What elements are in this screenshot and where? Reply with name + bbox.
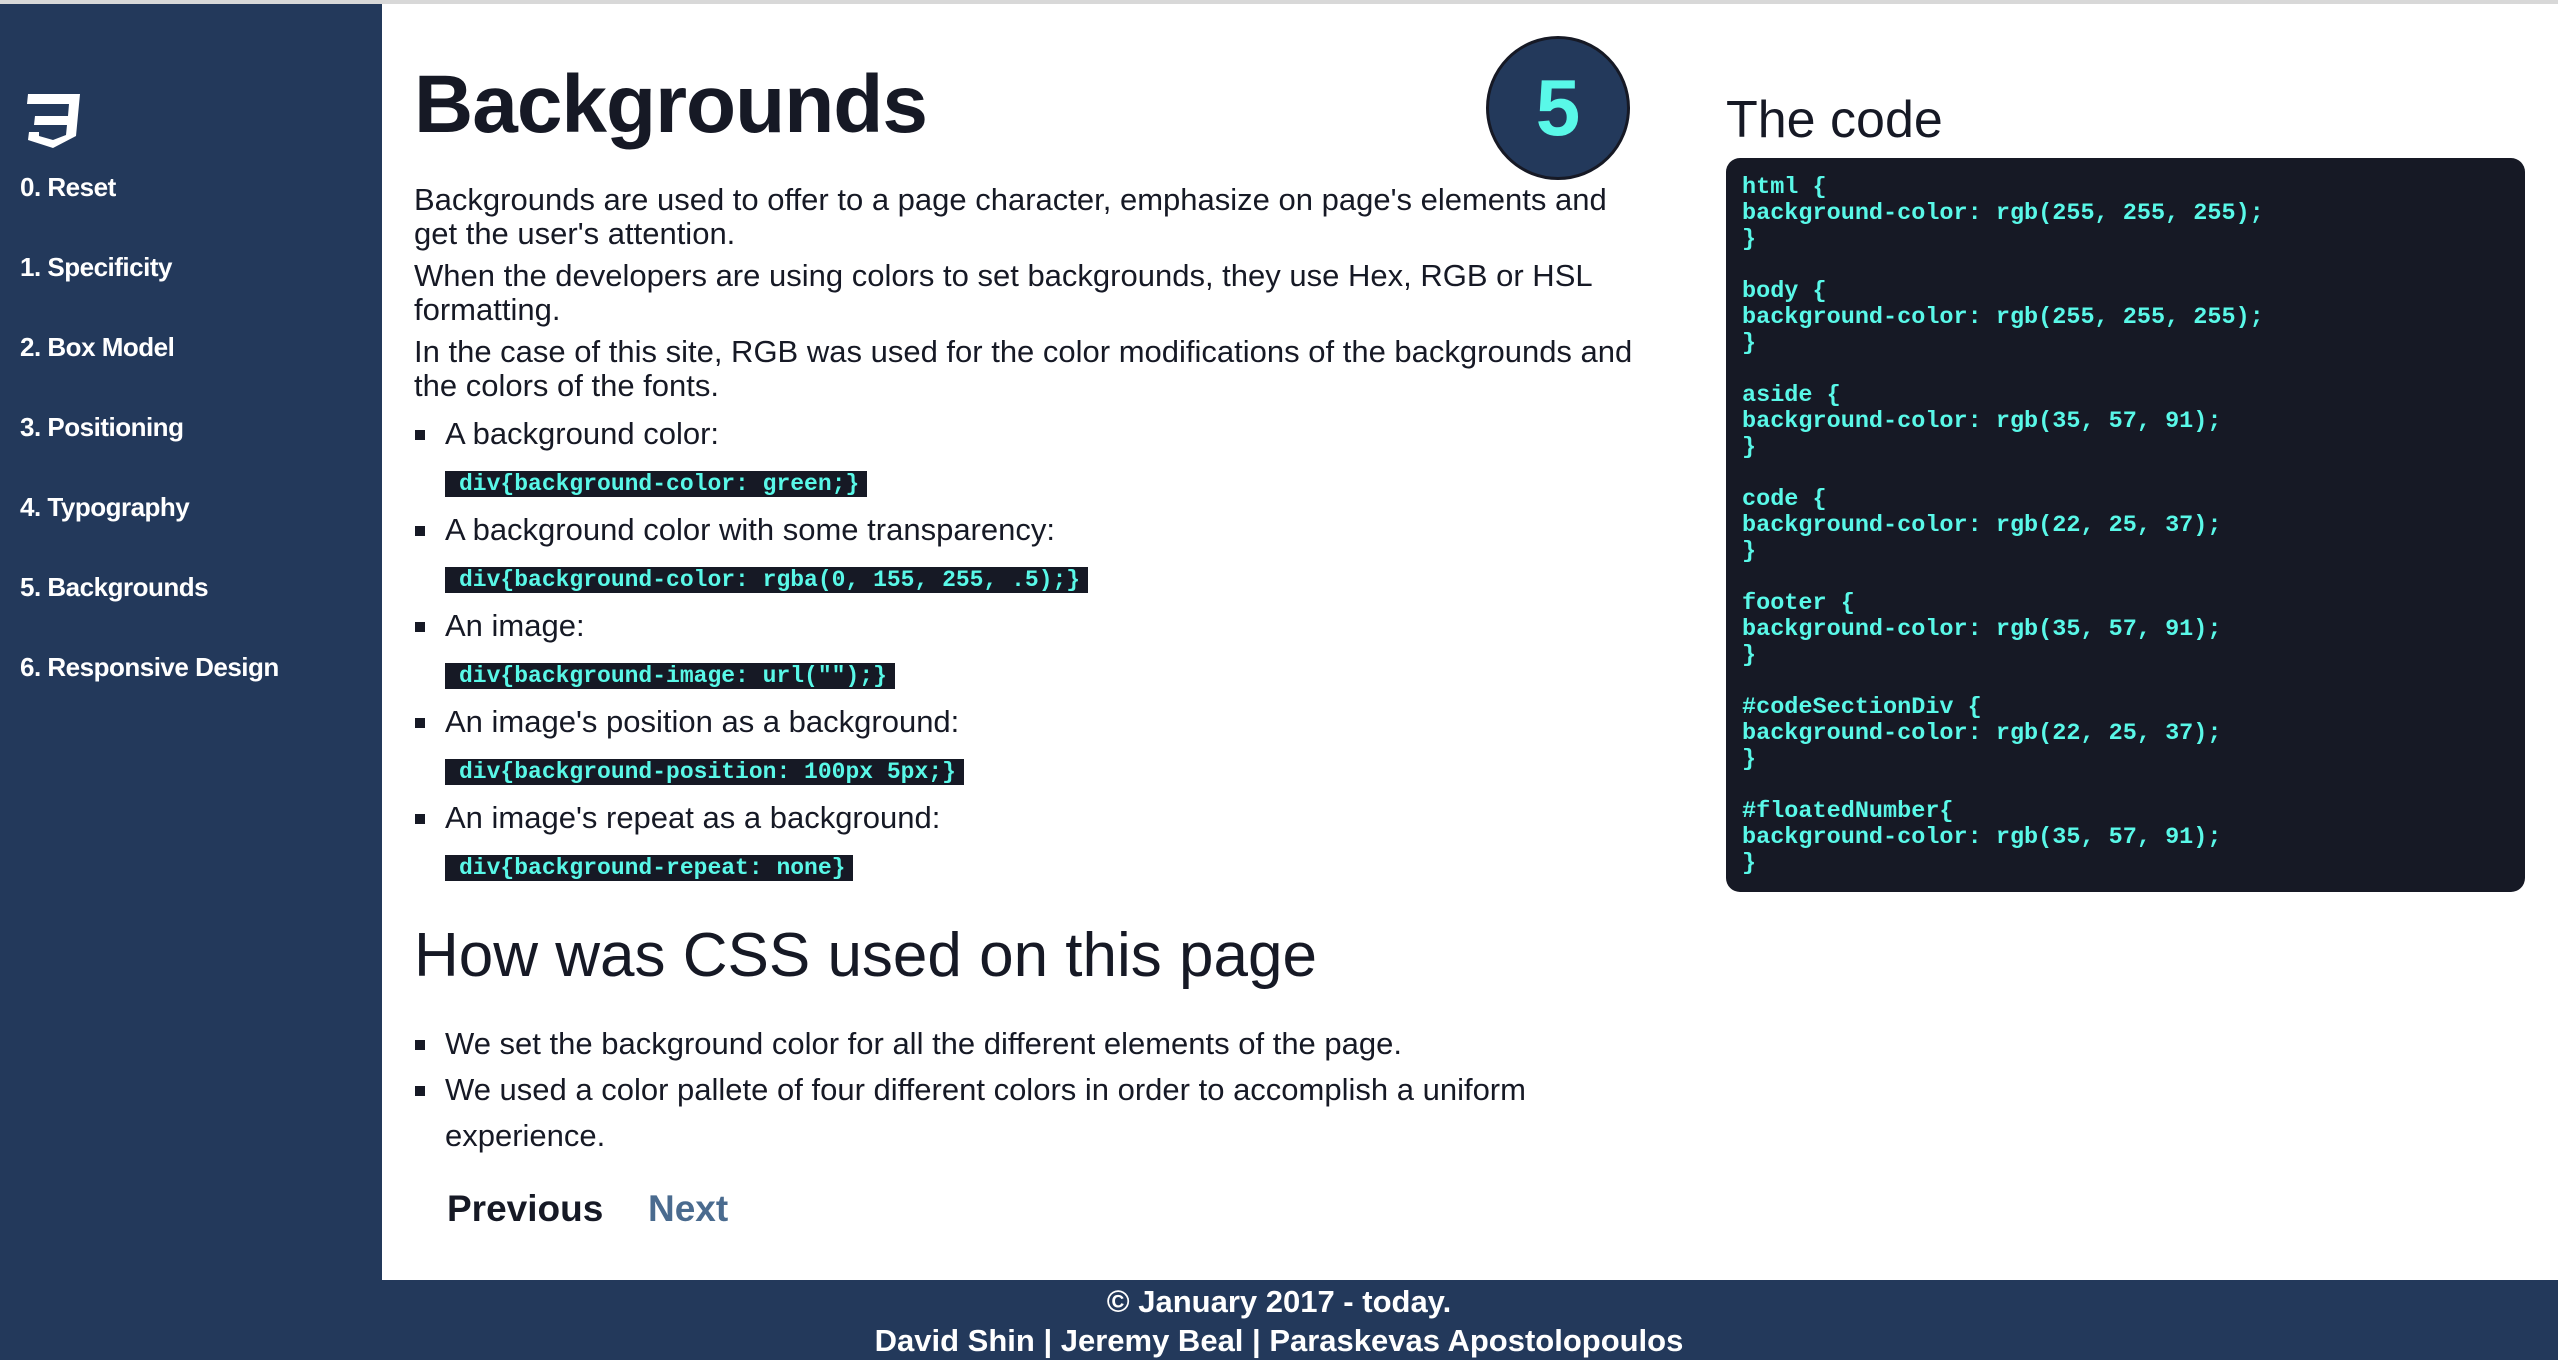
code-rule: background-color: rgb(35, 57, 91); [1742, 616, 2222, 643]
example-label: An image's position as a background: [445, 704, 960, 739]
example-label: An image's repeat as a background: [445, 800, 941, 835]
example-label: A background color with some transparenc… [445, 512, 1055, 547]
code-close: } [1742, 746, 1757, 773]
sidebar-item-backgrounds[interactable]: 5. Backgrounds [20, 572, 209, 603]
bullet [415, 430, 425, 440]
bullet [415, 718, 425, 728]
code-block: html {background-color: rgb(255, 255, 25… [1742, 175, 2509, 253]
code-selector: body { [1742, 278, 1827, 305]
authors: David Shin | Jeremy Beal | Paraskevas Ap… [874, 1323, 1684, 1358]
usage-item: We set the background color for all the … [445, 1026, 1402, 1061]
example-code: div{background-image: url("");} [445, 663, 895, 689]
sidebar: 0. Reset 1. Specificity 2. Box Model 3. … [0, 4, 382, 1280]
example-code: div{background-position: 100px 5px;} [445, 759, 964, 785]
example-label: An image: [445, 608, 585, 643]
code-rule: background-color: rgb(35, 57, 91); [1742, 824, 2222, 851]
footer: © January 2017 - today. David Shin | Jer… [0, 1280, 2558, 1360]
code-close: } [1742, 330, 1757, 357]
previous-link[interactable]: Previous [447, 1188, 603, 1230]
section-subtitle: How was CSS used on this page [414, 921, 1317, 990]
bullet [415, 814, 425, 824]
code-rule: background-color: rgb(255, 255, 255); [1742, 304, 2264, 331]
top-border [0, 0, 2558, 4]
usage-item: We used a color pallete of four differen… [445, 1072, 1526, 1153]
sidebar-item-specificity[interactable]: 1. Specificity [20, 252, 172, 283]
example-code: div{background-color: green;} [445, 471, 868, 497]
css3-logo-icon [27, 94, 80, 148]
code-block: footer {background-color: rgb(35, 57, 91… [1742, 591, 2509, 669]
page-title: Backgrounds [414, 59, 928, 150]
code-selector: code { [1742, 486, 1827, 513]
code-selector: footer { [1742, 590, 1855, 617]
code-selector: html { [1742, 174, 1827, 201]
code-close: } [1742, 434, 1757, 461]
code-section-title: The code [1726, 91, 1943, 149]
code-block: #codeSectionDiv {background-color: rgb(2… [1742, 695, 2509, 773]
code-selector: #floatedNumber{ [1742, 798, 1954, 825]
code-close: } [1742, 642, 1757, 669]
rgb-paragraph: In the case of this site, RGB was used f… [414, 334, 1633, 403]
code-rule: background-color: rgb(22, 25, 37); [1742, 720, 2222, 747]
next-link[interactable]: Next [648, 1188, 728, 1230]
sidebar-item-reset[interactable]: 0. Reset [20, 172, 116, 203]
bullet [415, 622, 425, 632]
code-section: html {background-color: rgb(255, 255, 25… [1726, 158, 2525, 892]
bullet [415, 1040, 425, 1050]
code-block: #floatedNumber{background-color: rgb(35,… [1742, 799, 2509, 877]
code-block: aside {background-color: rgb(35, 57, 91)… [1742, 383, 2509, 461]
copyright: © January 2017 - today. [1106, 1284, 1452, 1319]
section-number-badge: 5 [1486, 36, 1630, 180]
bullet [415, 526, 425, 536]
code-close: } [1742, 226, 1757, 253]
code-close: } [1742, 850, 1757, 877]
code-block: body {background-color: rgb(255, 255, 25… [1742, 279, 2509, 357]
code-selector: #codeSectionDiv { [1742, 694, 1982, 721]
code-close: } [1742, 538, 1757, 565]
code-rule: background-color: rgb(22, 25, 37); [1742, 512, 2222, 539]
bullet [415, 1086, 425, 1096]
example-label: A background color: [445, 416, 720, 451]
code-block: code {background-color: rgb(22, 25, 37);… [1742, 487, 2509, 565]
code-rule: background-color: rgb(255, 255, 255); [1742, 200, 2264, 227]
intro-paragraph: Backgrounds are used to offer to a page … [414, 182, 1607, 251]
sidebar-item-box-model[interactable]: 2. Box Model [20, 332, 175, 363]
sidebar-item-responsive-design[interactable]: 6. Responsive Design [20, 652, 279, 683]
formats-paragraph: When the developers are using colors to … [414, 258, 1592, 327]
sidebar-item-typography[interactable]: 4. Typography [20, 492, 190, 523]
example-code: div{background-repeat: none} [445, 855, 854, 881]
code-rule: background-color: rgb(35, 57, 91); [1742, 408, 2222, 435]
sidebar-item-positioning[interactable]: 3. Positioning [20, 412, 184, 443]
code-selector: aside { [1742, 382, 1841, 409]
example-code: div{background-color: rgba(0, 155, 255, … [445, 567, 1089, 593]
